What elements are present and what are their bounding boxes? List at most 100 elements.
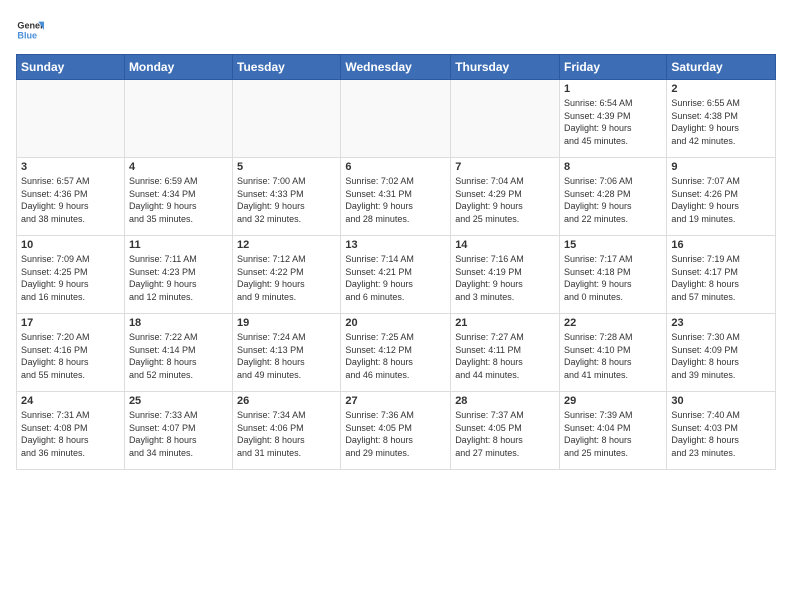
day-number: 27: [345, 395, 446, 407]
calendar-cell: 19 Sunrise: 7:24 AM Sunset: 4:13 PM Dayli…: [233, 314, 341, 392]
calendar-cell: 28 Sunrise: 7:37 AM Sunset: 4:05 PM Dayli…: [451, 392, 560, 470]
calendar-week-3: 10Sunrise: 7:09 AM Sunset: 4:25 PM Dayli…: [17, 236, 776, 314]
day-number: 13: [345, 239, 446, 251]
day-info: Sunrise: 7:40 AM Sunset: 4:03 PM Dayligh…: [671, 409, 771, 459]
calendar-cell: 29Sunrise: 7:39 AM Sunset: 4:04 PM Dayli…: [560, 392, 667, 470]
calendar-cell: 2 Sunrise: 6:55 AM Sunset: 4:38 PM Daylig…: [667, 80, 776, 158]
day-number: 2: [671, 83, 771, 95]
calendar-cell: 25 Sunrise: 7:33 AM Sunset: 4:07 PM Dayli…: [124, 392, 232, 470]
calendar-cell: 12Sunrise: 7:12 AM Sunset: 4:22 PM Dayli…: [233, 236, 341, 314]
day-info: Sunrise: 6:59 AM Sunset: 4:34 PM Dayligh…: [129, 175, 228, 225]
day-info: Sunrise: 7:36 AM Sunset: 4:05 PM Dayligh…: [345, 409, 446, 459]
svg-text:Blue: Blue: [17, 30, 37, 40]
day-number: 15: [564, 239, 662, 251]
calendar-cell: 30 Sunrise: 7:40 AM Sunset: 4:03 PM Dayli…: [667, 392, 776, 470]
calendar-cell: 10Sunrise: 7:09 AM Sunset: 4:25 PM Dayli…: [17, 236, 125, 314]
weekday-header-saturday: Saturday: [667, 55, 776, 80]
calendar-cell: [233, 80, 341, 158]
day-number: 20: [345, 317, 446, 329]
day-info: Sunrise: 7:16 AM Sunset: 4:19 PM Dayligh…: [455, 253, 555, 303]
calendar-cell: [17, 80, 125, 158]
calendar-cell: 20 Sunrise: 7:25 AM Sunset: 4:12 PM Dayli…: [341, 314, 451, 392]
calendar-cell: 5 Sunrise: 7:00 AM Sunset: 4:33 PM Daylig…: [233, 158, 341, 236]
day-number: 19: [237, 317, 336, 329]
day-info: Sunrise: 7:17 AM Sunset: 4:18 PM Dayligh…: [564, 253, 662, 303]
day-number: 22: [564, 317, 662, 329]
calendar-cell: 23 Sunrise: 7:30 AM Sunset: 4:09 PM Dayli…: [667, 314, 776, 392]
day-info: Sunrise: 6:54 AM Sunset: 4:39 PM Dayligh…: [564, 97, 662, 147]
calendar-cell: 21 Sunrise: 7:27 AM Sunset: 4:11 PM Dayli…: [451, 314, 560, 392]
day-info: Sunrise: 7:02 AM Sunset: 4:31 PM Dayligh…: [345, 175, 446, 225]
calendar-cell: 18 Sunrise: 7:22 AM Sunset: 4:14 PM Dayli…: [124, 314, 232, 392]
day-info: Sunrise: 7:24 AM Sunset: 4:13 PM Dayligh…: [237, 331, 336, 381]
day-info: Sunrise: 7:25 AM Sunset: 4:12 PM Dayligh…: [345, 331, 446, 381]
day-number: 23: [671, 317, 771, 329]
calendar-cell: 9Sunrise: 7:07 AM Sunset: 4:26 PM Daylig…: [667, 158, 776, 236]
weekday-header-tuesday: Tuesday: [233, 55, 341, 80]
calendar-cell: 26 Sunrise: 7:34 AM Sunset: 4:06 PM Dayli…: [233, 392, 341, 470]
day-info: Sunrise: 7:11 AM Sunset: 4:23 PM Dayligh…: [129, 253, 228, 303]
calendar-week-1: 1Sunrise: 6:54 AM Sunset: 4:39 PM Daylig…: [17, 80, 776, 158]
calendar-week-5: 24Sunrise: 7:31 AM Sunset: 4:08 PM Dayli…: [17, 392, 776, 470]
day-info: Sunrise: 7:06 AM Sunset: 4:28 PM Dayligh…: [564, 175, 662, 225]
logo: General Blue: [16, 16, 44, 44]
day-info: Sunrise: 6:55 AM Sunset: 4:38 PM Dayligh…: [671, 97, 771, 147]
day-info: Sunrise: 7:09 AM Sunset: 4:25 PM Dayligh…: [21, 253, 120, 303]
day-number: 4: [129, 161, 228, 173]
day-number: 6: [345, 161, 446, 173]
day-number: 11: [129, 239, 228, 251]
day-number: 18: [129, 317, 228, 329]
calendar-cell: 4 Sunrise: 6:59 AM Sunset: 4:34 PM Daylig…: [124, 158, 232, 236]
header: General Blue: [16, 16, 776, 44]
day-number: 5: [237, 161, 336, 173]
day-info: Sunrise: 7:12 AM Sunset: 4:22 PM Dayligh…: [237, 253, 336, 303]
logo-icon: General Blue: [16, 16, 44, 44]
day-info: Sunrise: 7:04 AM Sunset: 4:29 PM Dayligh…: [455, 175, 555, 225]
weekday-header-sunday: Sunday: [17, 55, 125, 80]
day-number: 24: [21, 395, 120, 407]
calendar-cell: 24Sunrise: 7:31 AM Sunset: 4:08 PM Dayli…: [17, 392, 125, 470]
day-number: 25: [129, 395, 228, 407]
calendar-cell: 22 Sunrise: 7:28 AM Sunset: 4:10 PM Dayli…: [560, 314, 667, 392]
calendar-cell: 27 Sunrise: 7:36 AM Sunset: 4:05 PM Dayli…: [341, 392, 451, 470]
calendar-cell: 6 Sunrise: 7:02 AM Sunset: 4:31 PM Daylig…: [341, 158, 451, 236]
day-info: Sunrise: 7:30 AM Sunset: 4:09 PM Dayligh…: [671, 331, 771, 381]
calendar-week-2: 3Sunrise: 6:57 AM Sunset: 4:36 PM Daylig…: [17, 158, 776, 236]
day-info: Sunrise: 7:27 AM Sunset: 4:11 PM Dayligh…: [455, 331, 555, 381]
calendar-cell: [124, 80, 232, 158]
day-info: Sunrise: 6:57 AM Sunset: 4:36 PM Dayligh…: [21, 175, 120, 225]
day-info: Sunrise: 7:14 AM Sunset: 4:21 PM Dayligh…: [345, 253, 446, 303]
calendar-cell: 7 Sunrise: 7:04 AM Sunset: 4:29 PM Daylig…: [451, 158, 560, 236]
day-info: Sunrise: 7:19 AM Sunset: 4:17 PM Dayligh…: [671, 253, 771, 303]
day-info: Sunrise: 7:20 AM Sunset: 4:16 PM Dayligh…: [21, 331, 120, 381]
day-number: 30: [671, 395, 771, 407]
day-number: 8: [564, 161, 662, 173]
calendar-header-row: SundayMondayTuesdayWednesdayThursdayFrid…: [17, 55, 776, 80]
calendar-cell: [451, 80, 560, 158]
calendar-cell: 13 Sunrise: 7:14 AM Sunset: 4:21 PM Dayli…: [341, 236, 451, 314]
day-info: Sunrise: 7:33 AM Sunset: 4:07 PM Dayligh…: [129, 409, 228, 459]
day-number: 14: [455, 239, 555, 251]
calendar: SundayMondayTuesdayWednesdayThursdayFrid…: [16, 54, 776, 470]
day-info: Sunrise: 7:22 AM Sunset: 4:14 PM Dayligh…: [129, 331, 228, 381]
day-info: Sunrise: 7:34 AM Sunset: 4:06 PM Dayligh…: [237, 409, 336, 459]
day-info: Sunrise: 7:28 AM Sunset: 4:10 PM Dayligh…: [564, 331, 662, 381]
day-number: 26: [237, 395, 336, 407]
page-container: General Blue SundayMondayTuesdayWednesda…: [0, 0, 792, 478]
calendar-cell: 3Sunrise: 6:57 AM Sunset: 4:36 PM Daylig…: [17, 158, 125, 236]
day-info: Sunrise: 7:37 AM Sunset: 4:05 PM Dayligh…: [455, 409, 555, 459]
weekday-header-friday: Friday: [560, 55, 667, 80]
calendar-cell: 11 Sunrise: 7:11 AM Sunset: 4:23 PM Dayli…: [124, 236, 232, 314]
calendar-cell: 1Sunrise: 6:54 AM Sunset: 4:39 PM Daylig…: [560, 80, 667, 158]
day-info: Sunrise: 7:00 AM Sunset: 4:33 PM Dayligh…: [237, 175, 336, 225]
calendar-cell: 17Sunrise: 7:20 AM Sunset: 4:16 PM Dayli…: [17, 314, 125, 392]
day-number: 16: [671, 239, 771, 251]
calendar-week-4: 17Sunrise: 7:20 AM Sunset: 4:16 PM Dayli…: [17, 314, 776, 392]
day-number: 28: [455, 395, 555, 407]
day-number: 7: [455, 161, 555, 173]
calendar-cell: [341, 80, 451, 158]
day-info: Sunrise: 7:07 AM Sunset: 4:26 PM Dayligh…: [671, 175, 771, 225]
day-number: 29: [564, 395, 662, 407]
weekday-header-monday: Monday: [124, 55, 232, 80]
day-number: 21: [455, 317, 555, 329]
